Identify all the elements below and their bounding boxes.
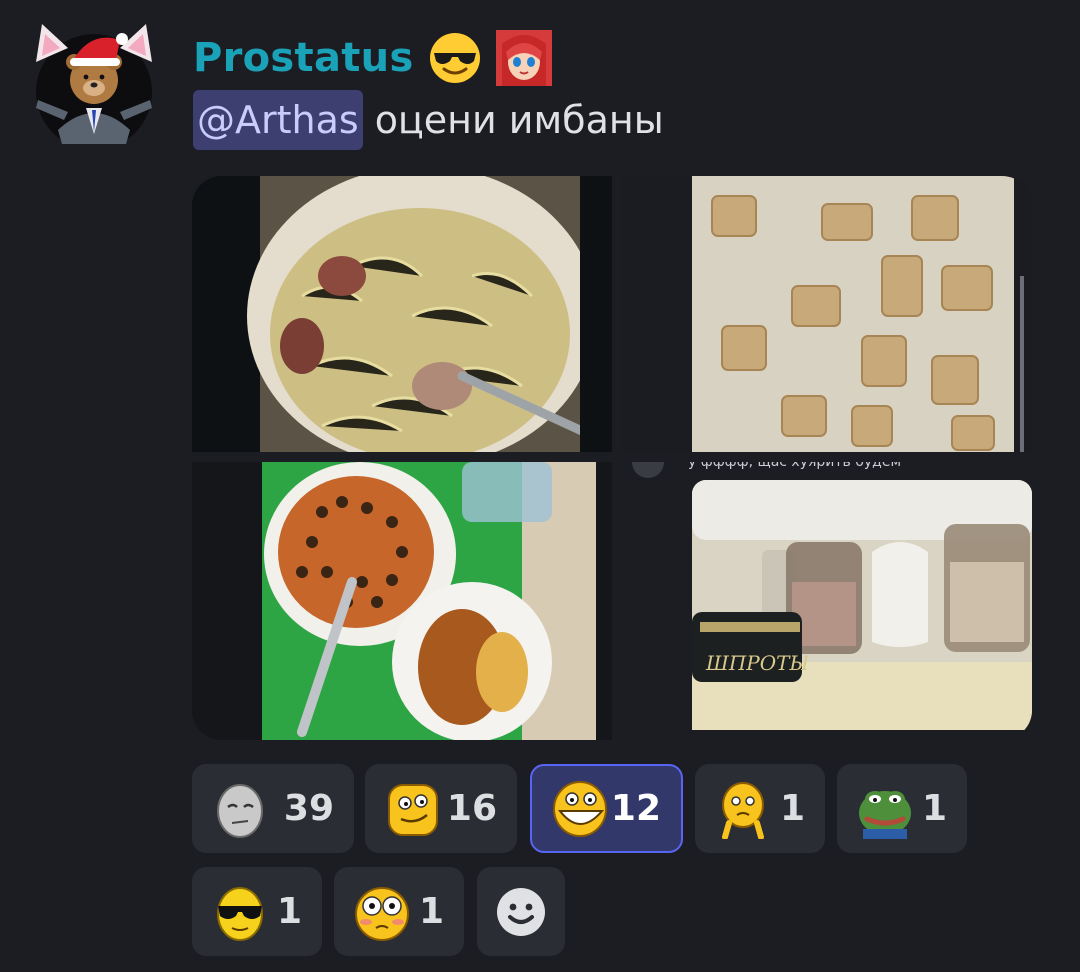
sprats-can-label: ШПРОТЫ [705,651,809,675]
sauerkraut-stew-photo [192,176,612,452]
reaction-yellow-grin-face[interactable]: 12 [530,764,683,853]
pepe-frog-icon [857,779,913,839]
add-reaction-button[interactable] [477,867,565,956]
image-attachment-4[interactable]: у фффф, щас хуярить будем ШПРОТЫ [622,462,1032,740]
reaction-pepe-frog[interactable]: 1 [837,764,967,853]
image-gallery: у фффф, щас хуярить будем ШПРОТЫ [192,176,1032,740]
flushed-face-icon [354,882,410,942]
anime-girl-badge-icon [495,30,552,86]
reaction-count: 1 [921,788,947,829]
fridge-caption-snippet: у фффф, щас хуярить будем [688,462,901,470]
reaction-yellow-smug-face[interactable]: 16 [365,764,517,853]
reaction-count: 12 [610,788,661,829]
image-attachment-3[interactable] [192,462,612,740]
user-avatar[interactable] [28,22,160,144]
user-mention[interactable]: @Arthas [193,90,363,150]
grey-meme-face-icon [212,779,268,839]
sunglasses-face-icon [212,882,268,942]
sunglasses-emoji-icon [428,31,482,85]
reaction-count: 1 [418,891,444,932]
username[interactable]: Prostatus [193,35,414,81]
message-text: оцени имбаны [374,98,664,142]
teddy-bear-avatar-icon [36,24,152,144]
yellow-grin-face-icon [552,779,608,839]
reaction-count: 1 [276,891,302,932]
potato-porridge-photo [622,176,1032,452]
soup-and-cutlet-tray-photo [192,462,612,740]
username-row: Prostatus [193,28,552,88]
reaction-count: 39 [283,788,334,829]
reaction-grey-meme-face[interactable]: 39 [192,764,354,853]
reaction-sunglasses-face[interactable]: 1 [192,867,322,956]
reaction-flushed-face[interactable]: 1 [334,867,464,956]
add-reaction-icon [496,887,546,937]
yellow-doubt-face-icon [715,779,771,839]
reaction-yellow-doubt-face[interactable]: 1 [695,764,825,853]
reaction-count: 1 [779,788,805,829]
message-content: @Arthas оцени имбаны [193,88,664,152]
yellow-smug-face-icon [385,779,441,839]
fridge-jars-screenshot: у фффф, щас хуярить будем ШПРОТЫ [622,462,1032,740]
image-attachment-1[interactable] [192,176,612,452]
reaction-count: 16 [446,788,497,829]
image-attachment-2[interactable] [622,176,1032,452]
